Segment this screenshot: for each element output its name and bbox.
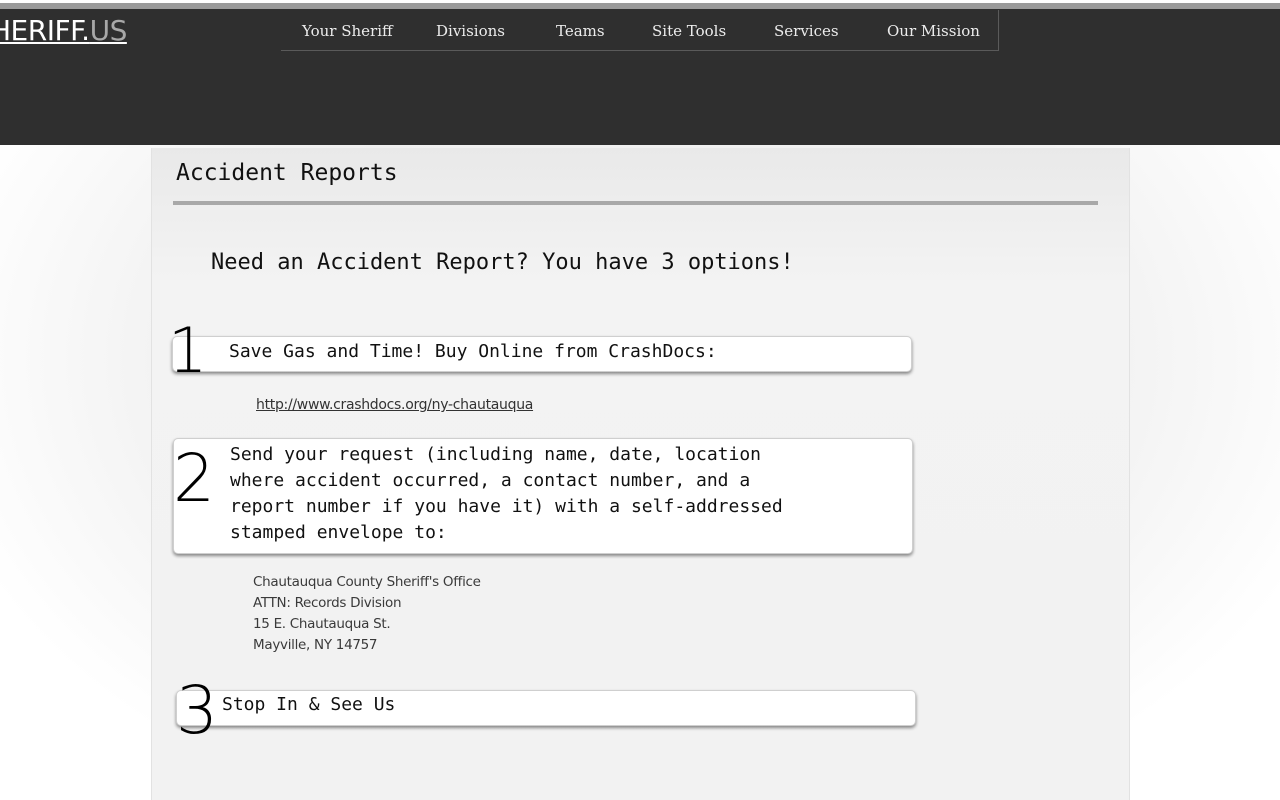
nav-item-divisions[interactable]: Divisions [436,22,505,40]
option-3-number: 3 [176,672,218,749]
option-2-text-line: Send your request (including name, date,… [230,444,762,465]
option-1-text: Save Gas and Time! Buy Online from Crash… [229,341,717,362]
site-logo-link[interactable]: HERIFF.US [0,14,127,47]
nav-item-teams[interactable]: Teams [556,22,605,40]
intro-heading: Need an Accident Report? You have 3 opti… [211,250,794,275]
nav-item-our-mission[interactable]: Our Mission [887,22,980,40]
logo-main-text: HERIFF. [0,14,90,47]
option-2-number: 2 [173,440,215,517]
address-line: ATTN: Records Division [253,595,402,611]
main-nav: Your Sheriff Divisions Teams Site Tools … [281,10,999,51]
option-2-text: Send your request (including name, date,… [230,442,783,546]
crashdocs-link[interactable]: http://www.crashdocs.org/ny-chautauqua [256,397,533,413]
logo-suffix-text: US [89,14,128,47]
nav-item-services[interactable]: Services [774,22,839,40]
nav-item-your-sheriff[interactable]: Your Sheriff [302,22,393,40]
address-line: 15 E. Chautauqua St. [253,616,391,632]
title-divider [173,201,1098,205]
nav-item-site-tools[interactable]: Site Tools [652,22,726,40]
page-title: Accident Reports [176,160,398,186]
option-2-text-line: stamped envelope to: [230,522,447,543]
page: HERIFF.US Your Sheriff Divisions Teams S… [0,0,1280,800]
option-1-number: 1 [168,314,208,387]
option-3-text: Stop In & See Us [222,694,396,715]
address-line: Mayville, NY 14757 [253,637,378,653]
option-2-text-line: report number if you have it) with a sel… [230,496,783,517]
header-rule [0,3,1280,9]
option-2-text-line: where accident occurred, a contact numbe… [230,470,751,491]
address-line: Chautauqua County Sheriff's Office [253,574,481,590]
mailing-address: Chautauqua County Sheriff's Office ATTN:… [253,572,481,656]
